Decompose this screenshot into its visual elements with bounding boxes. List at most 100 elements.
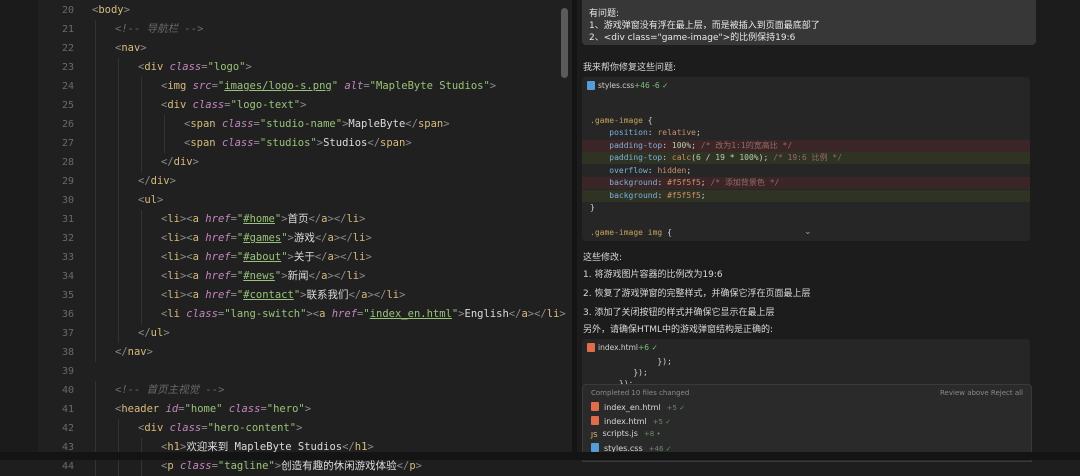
editor-scrollbar[interactable] (561, 8, 568, 78)
code-token: a (192, 289, 206, 301)
code-line[interactable]: 22 <nav> (0, 39, 560, 58)
code-line[interactable]: 26 <span class="studio-name">MapleByte</s… (0, 115, 560, 134)
code-line[interactable]: 30 <ul> (0, 191, 560, 210)
code-line[interactable]: 35 <li><a href="#contact">联系我们</a></li> (0, 286, 560, 305)
code-text: <nav> (115, 39, 147, 58)
changed-file-item[interactable]: index.html +5 ✓ (591, 415, 671, 429)
code-line[interactable]: 41 <header id="home" class="hero"> (0, 400, 560, 419)
indent-guide (95, 39, 96, 58)
code-text: <li><a href="#news">新闻</a></li> (161, 267, 365, 286)
assistant-intro: 我来帮你修复这些问题: (583, 63, 677, 73)
code-token: #about (243, 251, 282, 263)
indent-guide (118, 77, 119, 96)
code-line[interactable]: 33 <li><a href="#about">关于</a></li> (0, 248, 560, 267)
indent-guide (118, 229, 119, 248)
issue-2: 2、<div class="game-image">的比例保持19:6 (589, 33, 796, 43)
code-token: ></ (367, 289, 387, 301)
changed-file-item[interactable]: index_en.html +5 ✓ (591, 402, 685, 415)
diff-token: ); (758, 153, 774, 162)
diff-line (582, 102, 1030, 114)
code-token: a (192, 270, 206, 282)
diff-token: / (700, 153, 716, 162)
code-token: img (167, 80, 193, 92)
line-number: 39 (61, 366, 74, 377)
diff-token: hidden (657, 165, 687, 175)
diff-token: .game-image img (590, 228, 663, 237)
code-token: div (167, 99, 193, 111)
code-line[interactable]: 29 </div> (0, 172, 560, 191)
indent-guide (95, 229, 96, 248)
diff-line (582, 215, 1030, 227)
code-token: >< (179, 232, 193, 244)
code-token: src (192, 80, 212, 92)
diff-card-index[interactable]: index.html +6 ✓ }); }); }); (582, 339, 1030, 389)
code-line[interactable]: 36 <li class="lang-switch"><a href="index… (0, 305, 566, 324)
code-token: </ (508, 308, 522, 320)
code-text: <li class="lang-switch"><a href="index_e… (161, 305, 566, 324)
indent-guide (95, 172, 96, 191)
code-token: > (169, 175, 176, 187)
change-item: 3. 添加了关闭按钮的样式并确保它显示在最上层 (583, 308, 775, 318)
code-line[interactable]: 20 <body> (0, 1, 560, 20)
code-line[interactable]: 27 <span class="studios">Studios</span> (0, 134, 560, 153)
added-line: padding-top: calc(6 / 19 * 100%); /* 19:… (582, 152, 1030, 164)
diff-token: : (662, 140, 672, 150)
code-token: </ (308, 270, 322, 282)
code-line[interactable]: 31 <li><a href="#home">首页</a></li> (0, 210, 560, 229)
code-token: > (443, 118, 450, 130)
line-number: 36 (61, 309, 74, 320)
code-token: ></ (333, 232, 353, 244)
code-line[interactable]: 37 </ul> (0, 324, 560, 343)
code-token: "tagline" (217, 460, 275, 472)
file-name: scripts.js (602, 429, 638, 438)
code-token: "logo" (207, 61, 246, 73)
indent-guide (164, 115, 165, 134)
changed-file-item[interactable]: JS scripts.js +8 • (591, 429, 661, 442)
code-token: href (205, 270, 231, 282)
diff-token: padding-top (609, 153, 663, 162)
panel-header: Completed 10 files changed (591, 389, 690, 397)
code-token: "lang-switch" (224, 308, 307, 320)
diff-token: : (647, 165, 658, 175)
indent-guide (95, 343, 96, 362)
code-token: > (245, 61, 252, 73)
diff-card-styles[interactable]: styles.css +46 -6 ✓ .game-image { positi… (582, 77, 1030, 241)
code-token: English (464, 308, 509, 320)
code-token: alt (344, 80, 364, 92)
code-token: > (156, 194, 164, 206)
diff-code: overflow: hidden; (590, 165, 691, 177)
diff-token: /* 添加背景色 */ (710, 178, 780, 187)
code-line[interactable]: 40 <!-- 首页主视觉 --> (0, 381, 560, 400)
diff-line: overflow: hidden; (582, 165, 1030, 177)
code-line[interactable]: 24 <img src="images/logo-s.png" alt="Mapl… (0, 77, 560, 96)
panel-actions[interactable]: Review above Reject all (940, 389, 1023, 397)
code-editor[interactable]: 20 <body> 21 <!-- 导航栏 --> 22 <nav> 23 <div clas… (0, 0, 572, 476)
code-token: class (169, 61, 202, 73)
expand-chevron-icon[interactable]: ⌄ (804, 227, 812, 237)
code-token: > (365, 232, 372, 244)
code-token: #contact (243, 289, 294, 301)
code-line[interactable]: 39 (0, 362, 560, 381)
css-file-icon (587, 81, 595, 90)
code-line[interactable]: 32 <li><a href="#games">游戏</a></li> (0, 229, 560, 248)
line-number: 25 (61, 100, 74, 111)
indent-guide (95, 305, 96, 324)
css-file-icon (591, 442, 599, 452)
code-line[interactable]: 21 <!-- 导航栏 --> (0, 20, 560, 39)
code-token: li (346, 270, 360, 282)
html-note: 另外，请确保HTML中的游戏弹窗结构是正确的: (583, 325, 774, 335)
code-token: ></ (333, 251, 353, 263)
code-line[interactable]: 28 </div> (0, 153, 560, 172)
code-line[interactable]: 34 <li><a href="#news">新闻</a></li> (0, 267, 560, 286)
code-line[interactable]: 42 <div class="hero-content"> (0, 419, 560, 438)
line-number: 33 (61, 252, 74, 263)
code-token: >< (306, 308, 320, 320)
line-number: 38 (61, 347, 74, 358)
code-text: <li><a href="#home">首页</a></li> (161, 210, 365, 229)
code-line[interactable]: 38 </nav> (0, 343, 560, 362)
code-line[interactable]: 23 <div class="logo"> (0, 58, 560, 77)
diff-header[interactable]: styles.css +46 -6 ✓ (582, 77, 1030, 95)
diff-token: 100% (671, 140, 692, 150)
code-line[interactable]: 25 <div class="logo-text"> (0, 96, 560, 115)
diff-header[interactable]: index.html +6 ✓ (582, 339, 1030, 357)
